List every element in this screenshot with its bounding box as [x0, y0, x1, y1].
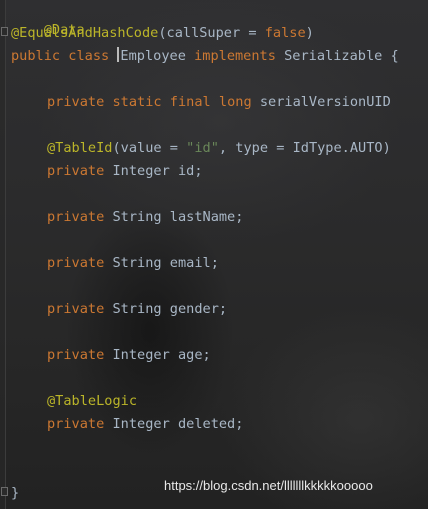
code-line-serial-version: private static final long serialVersionU… — [47, 92, 391, 112]
brace-token: } — [11, 485, 20, 501]
keyword-token: private — [47, 163, 105, 179]
keyword-token: long — [218, 94, 252, 110]
field-decl-token: Integer age; — [112, 347, 211, 363]
keyword-token: final — [169, 94, 211, 110]
separator-token: , — [218, 140, 236, 156]
code-line-equals-hashcode: @EqualsAndHashCode(callSuper = false) — [11, 23, 314, 43]
editor-gutter — [0, 0, 6, 509]
keyword-token: static — [112, 94, 162, 110]
code-line-closing-brace: } — [11, 483, 19, 503]
param-token: type = IdType.AUTO — [235, 140, 383, 156]
code-line-class-declaration: public class Employee implements Seriali… — [11, 46, 399, 66]
field-decl-token: String email; — [112, 255, 219, 271]
paren-token: ) — [382, 140, 391, 156]
fold-marker-icon[interactable] — [1, 487, 8, 496]
field-decl-token: Integer id; — [112, 163, 203, 179]
param-token: callSuper = — [166, 25, 265, 41]
keyword-token: private — [47, 301, 105, 317]
fold-marker-icon[interactable] — [1, 27, 8, 36]
field-decl-token: String lastName; — [112, 209, 244, 225]
code-line-tableid-annotation: @TableId(value = "id", type = IdType.AUT… — [47, 138, 391, 158]
field-name-token: serialVersionUID — [259, 94, 391, 110]
keyword-token: private — [47, 347, 105, 363]
annotation-token: @TableLogic — [47, 393, 138, 409]
code-line-field-email: private String email; — [47, 253, 219, 273]
class-name-token: Employee — [120, 48, 186, 64]
annotation-token: @EqualsAndHashCode — [11, 25, 159, 41]
code-line-tablelogic-annotation: @TableLogic — [47, 391, 137, 411]
paren-token: ( — [158, 25, 167, 41]
keyword-token: public — [11, 48, 61, 64]
interface-token: Serializable — [284, 48, 383, 64]
field-decl-token: String gender; — [112, 301, 228, 317]
param-token: value = — [120, 140, 187, 156]
code-line-field-id: private Integer id; — [47, 161, 203, 181]
keyword-token: private — [47, 209, 105, 225]
keyword-token: private — [47, 94, 105, 110]
code-editor[interactable]: @Data @EqualsAndHashCode(callSuper = fal… — [0, 0, 428, 509]
code-line-field-age: private Integer age; — [47, 345, 211, 365]
keyword-token: private — [47, 416, 105, 432]
brace-token: { — [390, 48, 399, 64]
keyword-token: implements — [194, 48, 276, 64]
code-line-annotation-data: @Data — [11, 0, 85, 38]
paren-token: ) — [305, 25, 314, 41]
keyword-token: false — [264, 25, 306, 41]
annotation-token: @TableId — [47, 140, 113, 156]
code-line-field-deleted: private Integer deleted; — [47, 414, 243, 434]
string-token: "id" — [186, 140, 219, 156]
code-line-field-gender: private String gender; — [47, 299, 227, 319]
paren-token: ( — [112, 140, 121, 156]
keyword-token: class — [68, 48, 110, 64]
field-decl-token: Integer deleted; — [112, 416, 244, 432]
code-line-field-lastname: private String lastName; — [47, 207, 243, 227]
watermark-url: https://blog.csdn.net/lllllllkkkkkooooo — [164, 478, 373, 493]
keyword-token: private — [47, 255, 105, 271]
